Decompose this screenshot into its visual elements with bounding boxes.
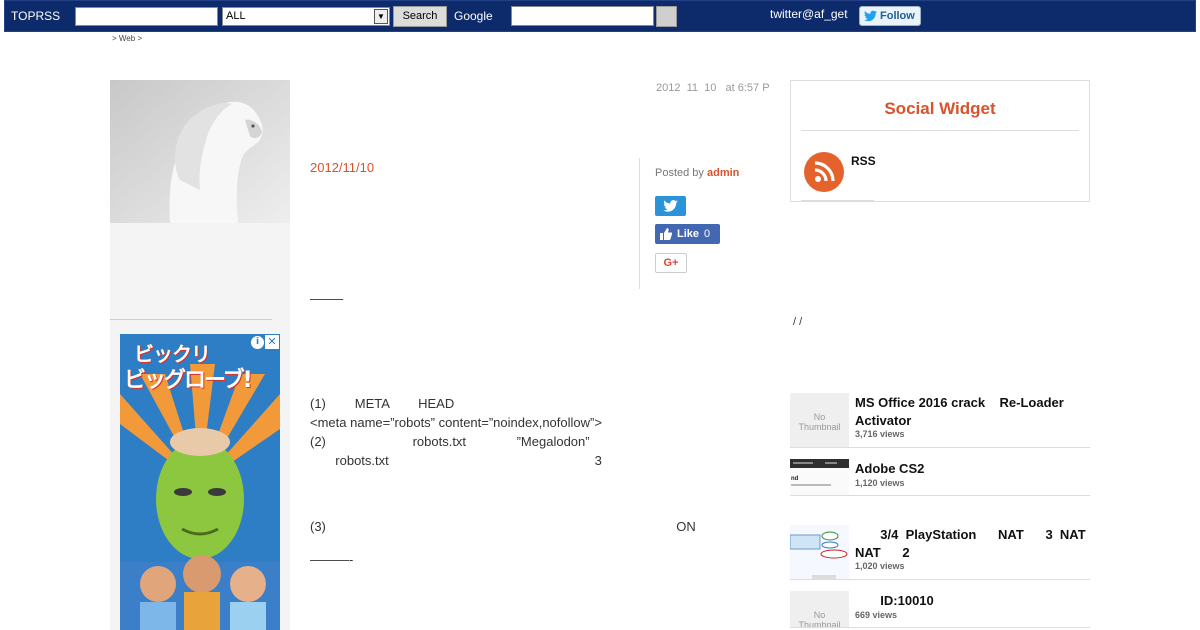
twitter-handle[interactable]: twitter@af_get (770, 7, 848, 21)
rss-link[interactable]: RSS (851, 154, 876, 168)
google-search-input[interactable] (511, 6, 654, 26)
chevron-down-icon: ▼ (374, 9, 388, 24)
no-thumbnail-text: No Thumbnail (798, 412, 841, 432)
category-select[interactable]: ALL ▼ (222, 7, 390, 26)
left-column: ビックリ ビッグローブ! i ✕ (110, 80, 290, 630)
body-line-5: robots.txt 3 (310, 453, 602, 468)
twitter-bird-icon (663, 200, 678, 212)
post-thumbnail[interactable]: No Thumbnail (790, 393, 849, 447)
rss-icon[interactable] (804, 152, 844, 192)
post-thumbnail[interactable]: No Thumbnail (790, 591, 849, 628)
popular-post-title[interactable]: Adobe CS2 (855, 460, 1090, 478)
google-label: Google (454, 9, 493, 23)
popular-post-item[interactable]: No Thumbnail MS Office 2016 crack Re-Load… (790, 393, 1090, 448)
ad-info-icon[interactable]: i (251, 336, 264, 349)
popular-post-views: 669 views (855, 610, 898, 620)
body-line-3: <meta name=”robots” content=”noindex,nof… (310, 415, 602, 430)
meta-divider (639, 158, 640, 289)
widget-title: Social Widget (884, 99, 996, 118)
svg-text:nd: nd (791, 476, 799, 482)
popular-post-item[interactable]: nd Adobe CS2 1,120 views (790, 459, 1090, 496)
author-link[interactable]: admin (707, 167, 739, 179)
post-date[interactable]: 2012/11/10 (310, 160, 374, 175)
twitter-share-button[interactable] (655, 196, 686, 216)
sidebar-slashes: / / (793, 316, 803, 328)
post-datetime: 2012 11 10 at 6:57 PM (656, 82, 770, 94)
popular-post-item[interactable]: 3/4 PlayStation NAT 3 NAT NAT 2 1,020 vi… (790, 525, 1090, 580)
posted-by-label: Posted by (655, 167, 704, 179)
popular-post-title[interactable]: ID:10010 (855, 592, 1090, 610)
thumbs-up-icon (660, 228, 672, 240)
breadcrumb[interactable]: > Web > (112, 34, 142, 43)
body-line-7: ———- (310, 552, 354, 567)
body-line-2: (1) META HEAD (310, 396, 455, 411)
body-line-1: ——– (310, 291, 344, 306)
top-bar: TOPRSS ALL ▼ Search Google twitter@af_ge… (4, 0, 1196, 32)
twitter-bird-icon (864, 10, 877, 22)
facebook-like-button[interactable]: Like 0 (655, 224, 720, 244)
popular-post-title[interactable]: 3/4 PlayStation NAT 3 NAT NAT 2 (855, 526, 1090, 562)
posted-by: Posted by admin (655, 167, 739, 179)
social-widget: Social Widget RSS (790, 80, 1090, 202)
advertisement[interactable]: ビックリ ビッグローブ! i ✕ (120, 334, 280, 630)
popular-post-title[interactable]: MS Office 2016 crack Re-Loader Activator (855, 394, 1090, 430)
body-line-6: (3) ON (310, 519, 696, 534)
search-button[interactable]: Search (393, 6, 447, 27)
popular-post-views: 1,120 views (855, 478, 905, 488)
google-plus-button[interactable]: G+ (655, 253, 687, 273)
post-thumbnail[interactable] (790, 525, 849, 579)
post-thumbnail[interactable]: nd (790, 459, 849, 495)
popular-post-views: 1,020 views (855, 561, 905, 571)
screenshot-thumbnail: nd (790, 459, 849, 495)
like-label: Like (677, 228, 700, 240)
diagram-thumbnail (790, 525, 849, 579)
like-count: 0 (704, 228, 711, 240)
body-line-4: (2) robots.txt ”Megalodon” (310, 434, 590, 449)
ad-close-icon[interactable]: ✕ (265, 335, 279, 349)
rss-divider (801, 200, 874, 201)
twitter-follow-button[interactable]: Follow (859, 6, 921, 26)
lion-image (110, 80, 290, 223)
category-select-value: ALL (226, 10, 246, 22)
ad-headline-2: ビッグローブ! (124, 368, 253, 393)
left-divider (110, 319, 272, 320)
widget-divider (801, 130, 1079, 131)
no-thumbnail-text: No Thumbnail (798, 610, 841, 628)
brand-link[interactable]: TOPRSS (11, 9, 60, 23)
search-input[interactable] (75, 7, 218, 26)
google-search-button[interactable] (656, 6, 677, 27)
follow-label: Follow (880, 10, 915, 22)
popular-post-views: 3,716 views (855, 429, 905, 439)
popular-post-item[interactable]: No Thumbnail ID:10010 669 views (790, 591, 1090, 628)
